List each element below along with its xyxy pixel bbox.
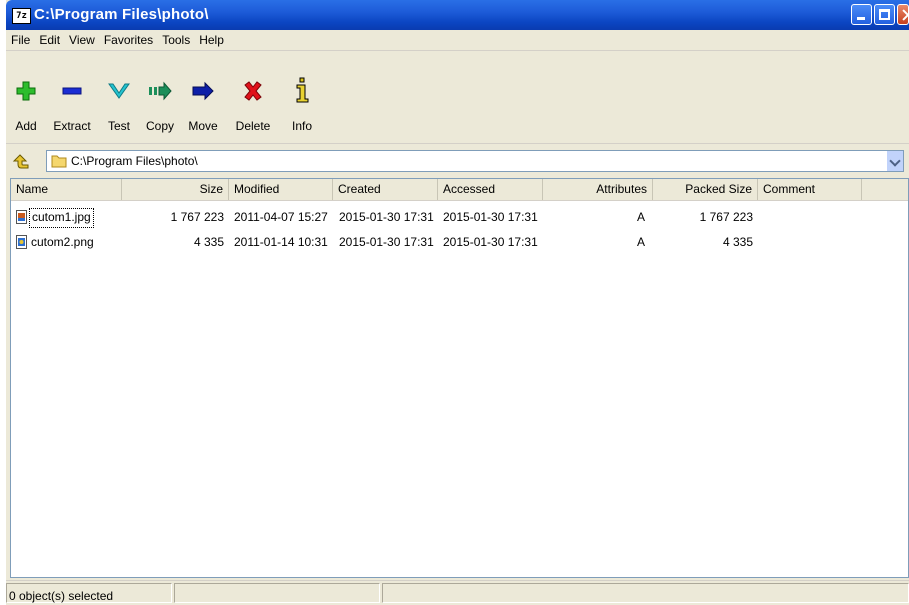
minimize-icon	[852, 5, 871, 24]
address-input[interactable]: C:\Program Files\photo\	[46, 150, 904, 172]
png-file-icon	[16, 235, 27, 249]
file-created: 2015-01-30 17:31	[339, 210, 434, 224]
info-icon	[296, 77, 309, 103]
address-dropdown-button[interactable]	[887, 151, 903, 171]
extract-icon	[62, 87, 82, 95]
status-bar: 0 object(s) selected	[6, 580, 909, 605]
column-header-packed-size[interactable]: Packed Size	[653, 179, 758, 200]
title-bar[interactable]: 7z C:\Program Files\photo\	[6, 0, 909, 30]
test-label: Test	[107, 119, 130, 133]
delete-label: Delete	[235, 119, 271, 133]
move-label: Move	[188, 119, 218, 133]
file-modified: 2011-01-14 10:31	[234, 235, 328, 249]
address-path: C:\Program Files\photo\	[71, 154, 198, 168]
menu-help[interactable]: Help	[194, 30, 228, 47]
list-header: Name Size Modified Created Accessed Attr…	[11, 179, 908, 201]
status-segment-2	[174, 583, 380, 603]
app-icon: 7z	[12, 8, 31, 24]
add-label: Add	[15, 119, 37, 133]
copy-icon	[149, 81, 172, 101]
delete-icon	[244, 81, 262, 101]
file-packed-size: 1 767 223	[699, 210, 753, 224]
toolbar: Add Extract Test Copy Move Delete Info	[6, 51, 909, 144]
address-bar: C:\Program Files\photo\	[6, 144, 909, 174]
column-header-comment[interactable]: Comment	[758, 179, 862, 200]
file-accessed: 2015-01-30 17:31	[443, 235, 538, 249]
up-folder-icon[interactable]	[12, 152, 30, 170]
menu-file[interactable]: File	[6, 30, 34, 47]
file-name: cutom1.jpg	[29, 208, 94, 228]
menu-tools[interactable]: Tools	[157, 30, 194, 47]
column-header-attributes[interactable]: Attributes	[543, 179, 653, 200]
file-list[interactable]: Name Size Modified Created Accessed Attr…	[10, 178, 909, 578]
menu-favorites[interactable]: Favorites	[99, 30, 157, 47]
menu-edit[interactable]: Edit	[34, 30, 64, 47]
add-icon	[16, 81, 36, 101]
column-header-size[interactable]: Size	[122, 179, 229, 200]
column-header-modified[interactable]: Modified	[229, 179, 333, 200]
close-icon	[898, 5, 908, 24]
test-icon	[108, 83, 130, 99]
status-segment-3	[382, 583, 909, 603]
maximize-button[interactable]	[874, 4, 895, 25]
move-icon	[192, 81, 214, 101]
file-accessed: 2015-01-30 17:31	[443, 210, 538, 224]
info-label: Info	[291, 119, 312, 133]
minimize-button[interactable]	[851, 4, 872, 25]
file-size: 1 767 223	[170, 210, 224, 224]
app-window: 7z C:\Program Files\photo\ File Edit View F…	[6, 0, 909, 605]
column-header-accessed[interactable]: Accessed	[438, 179, 543, 200]
copy-label: Copy	[145, 119, 174, 133]
column-header-name[interactable]: Name	[11, 179, 122, 200]
status-selection-text: 0 object(s) selected	[9, 589, 114, 603]
file-modified: 2011-04-07 15:27	[234, 210, 328, 224]
menu-bar: File Edit View Favorites Tools Help	[6, 30, 909, 51]
close-button[interactable]	[897, 4, 909, 25]
move-button[interactable]: Move	[182, 51, 224, 139]
table-row[interactable]: cutom1.jpg 1 767 223 2011-04-07 15:27 20…	[11, 208, 908, 228]
maximize-icon	[875, 5, 894, 24]
status-segment-selection: 0 object(s) selected	[6, 583, 172, 603]
test-button[interactable]: Test	[100, 51, 138, 139]
folder-icon	[51, 155, 67, 168]
extract-button[interactable]: Extract	[46, 51, 98, 139]
copy-button[interactable]: Copy	[140, 51, 180, 139]
file-packed-size: 4 335	[722, 235, 753, 249]
column-header-created[interactable]: Created	[333, 179, 438, 200]
table-row[interactable]: cutom2.png 4 335 2011-01-14 10:31 2015-0…	[11, 233, 908, 251]
add-button[interactable]: Add	[8, 51, 44, 139]
extract-label: Extract	[53, 119, 91, 133]
info-button[interactable]: Info	[282, 51, 322, 139]
file-name: cutom2.png	[31, 235, 94, 249]
delete-button[interactable]: Delete	[226, 51, 280, 139]
file-size: 4 335	[193, 235, 224, 249]
jpg-file-icon	[16, 210, 27, 224]
window-title: C:\Program Files\photo\	[34, 6, 209, 23]
menu-view[interactable]: View	[64, 30, 99, 47]
file-created: 2015-01-30 17:31	[339, 235, 434, 249]
